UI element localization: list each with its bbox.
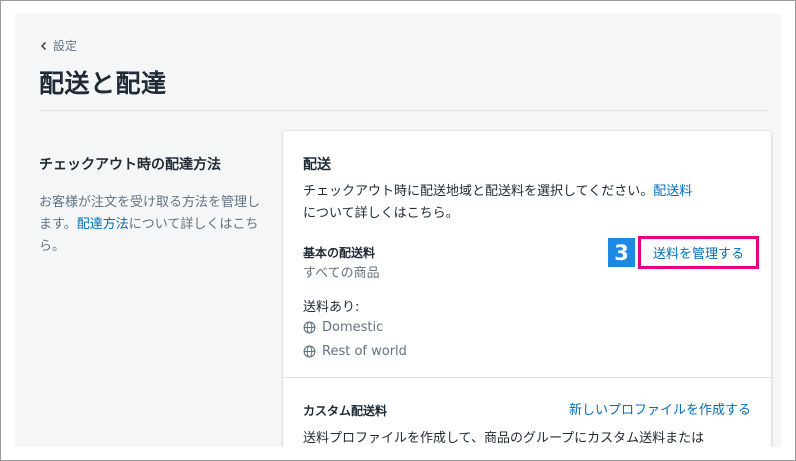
- card-desc-text-end: について詳しくはこちら。: [303, 206, 459, 221]
- section-title: チェックアウト時の配達方法: [39, 157, 221, 173]
- chevron-left-icon: [40, 41, 47, 50]
- delivery-methods-link[interactable]: 配達方法: [77, 217, 129, 232]
- custom-rates-label: カスタム配送料: [303, 404, 388, 418]
- card-description: チェックアウト時に配送地域と配送料を選択してください。配送料について詳しくはこち…: [303, 181, 753, 225]
- section-description: お客様が注文を受け取る方法を管理します。配達方法について詳しくはこちら。: [39, 192, 261, 258]
- card-title: 配送: [303, 157, 331, 173]
- card-section-divider: [283, 377, 771, 378]
- header-divider: [39, 110, 767, 111]
- back-to-settings-link[interactable]: 設定: [39, 37, 77, 54]
- globe-icon: [303, 321, 316, 334]
- create-profile-link[interactable]: 新しいプロファイルを作成する: [569, 399, 751, 418]
- settings-page: 設定 配送と配達 チェックアウト時の配達方法 お客様が注文を受け取る方法を管理し…: [15, 14, 781, 447]
- page-title: 配送と配達: [39, 69, 167, 98]
- card-desc-text: チェックアウト時に配送地域と配送料を選択してください。: [303, 184, 654, 199]
- step-number-badge: 3: [608, 238, 635, 267]
- globe-icon: [303, 345, 316, 358]
- zone-item-rest-of-world: Rest of world: [303, 344, 407, 359]
- zone-item-domestic: Domestic: [303, 320, 383, 335]
- back-label: 設定: [53, 39, 78, 53]
- base-rates-subtitle: すべての商品: [303, 266, 380, 281]
- rates-label: 送料あり:: [303, 300, 360, 315]
- shipping-card: 配送 チェックアウト時に配送地域と配送料を選択してください。配送料について詳しく…: [283, 131, 771, 447]
- screenshot-frame: 設定 配送と配達 チェックアウト時の配達方法 お客様が注文を受け取る方法を管理し…: [0, 0, 796, 461]
- base-rates-label: 基本の配送料: [303, 246, 376, 260]
- zone-name: Rest of world: [322, 344, 407, 359]
- shipping-rates-link[interactable]: 配送料: [653, 184, 692, 199]
- zone-name: Domestic: [322, 320, 384, 335]
- custom-rates-description: 送料プロファイルを作成して、商品のグループにカスタム送料または: [303, 431, 705, 446]
- manage-rates-link[interactable]: 送料を管理する: [638, 236, 759, 269]
